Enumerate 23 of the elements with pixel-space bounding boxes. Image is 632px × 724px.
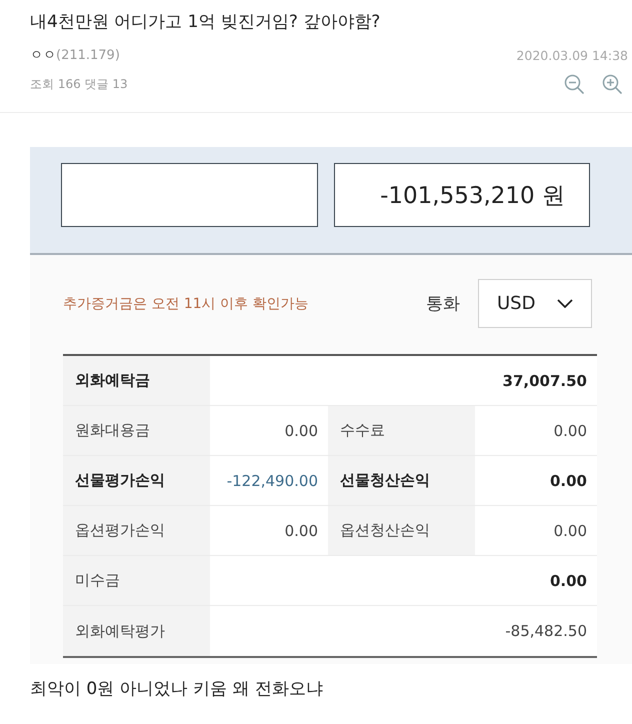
label-cell: 옵션평가손익 [63, 506, 210, 556]
label-cell: 외화예탁금 [63, 356, 210, 406]
amount-field: -101,553,210 원 [334, 163, 590, 227]
currency-dropdown[interactable]: USD [478, 279, 592, 328]
view-comment-count: 조회 166 댓글 13 [30, 76, 128, 92]
comment-text: 최악이 0원 아니었나 키움 왜 전화오냐 [30, 678, 324, 701]
label-cell: 미수금 [63, 556, 210, 606]
label-cell: 수수료 [328, 406, 475, 456]
label-cell: 원화대용금 [63, 406, 210, 456]
chevron-down-icon [557, 299, 573, 308]
author-name: ㅇㅇ [30, 47, 56, 64]
zoom-in-icon[interactable] [602, 74, 622, 94]
label-cell: 외화예탁평가 [63, 606, 210, 656]
post-title: 내4천만원 어디가고 1억 빚진거임? 갚아야함? [30, 11, 382, 34]
label-cell: 선물청산손익 [328, 456, 475, 506]
label-cell: 옵션청산손익 [328, 506, 475, 556]
currency-value: USD [497, 293, 536, 314]
author-ip: (211.179) [56, 48, 120, 62]
zoom-out-icon[interactable] [564, 74, 584, 94]
label-cell: 선물평가손익 [63, 456, 210, 506]
currency-label: 통화 [426, 293, 460, 315]
margin-notice: 추가증거금은 오전 11시 이후 확인가능 [63, 294, 310, 312]
post-date: 2020.03.09 14:38 [516, 48, 628, 62]
